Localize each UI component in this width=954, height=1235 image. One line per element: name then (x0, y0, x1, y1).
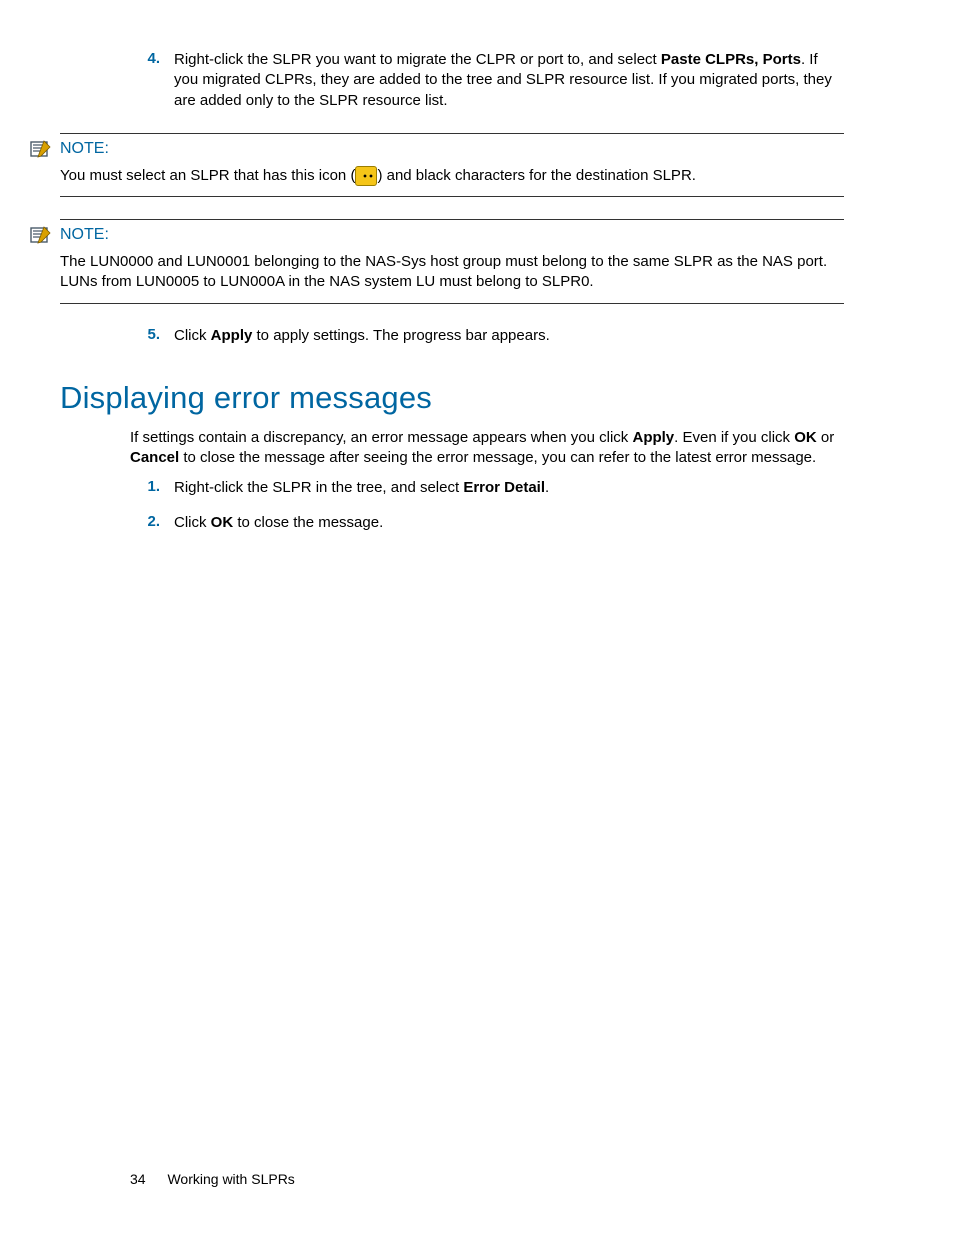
footer-title: Working with SLPRs (167, 1171, 294, 1187)
section-heading: Displaying error messages (60, 380, 844, 416)
divider (60, 133, 844, 134)
note-icon (30, 226, 52, 244)
note-icon (30, 140, 52, 158)
note-label: NOTE: (60, 226, 109, 244)
divider (60, 303, 844, 304)
note-header: NOTE: (60, 226, 844, 244)
note-text: You must select an SLPR that has this ic… (60, 167, 355, 184)
step-number: 2. (130, 513, 174, 533)
note-text: ) and black characters for the destinati… (377, 167, 696, 184)
menu-label: Error Detail (463, 479, 545, 496)
button-label: OK (794, 429, 817, 446)
note-body: The LUN0000 and LUN0001 belonging to the… (60, 252, 844, 293)
step-body: Click OK to close the message. (174, 513, 844, 533)
step-text: to close the message. (233, 514, 383, 531)
step-body: Right-click the SLPR you want to migrate… (174, 50, 844, 111)
note-block: NOTE: You must select an SLPR that has t… (60, 133, 844, 197)
note-block: NOTE: The LUN0000 and LUN0001 belonging … (60, 219, 844, 304)
intro-text: to close the message after seeing the er… (179, 449, 816, 466)
step-text: Right-click the SLPR you want to migrate… (174, 51, 661, 68)
step-body: Right-click the SLPR in the tree, and se… (174, 478, 844, 498)
note-header: NOTE: (60, 140, 844, 158)
button-label: Cancel (130, 449, 179, 466)
menu-label: Paste CLPRs, Ports (661, 51, 801, 68)
slpr-icon (355, 166, 377, 186)
page-number: 34 (130, 1171, 146, 1187)
step-number: 5. (130, 326, 174, 346)
button-label: Apply (632, 429, 674, 446)
button-label: OK (211, 514, 234, 531)
divider (60, 196, 844, 197)
note-body: You must select an SLPR that has this ic… (60, 166, 844, 186)
step-text: Click (174, 327, 211, 344)
button-label: Apply (211, 327, 253, 344)
step-5: 5. Click Apply to apply settings. The pr… (130, 326, 844, 346)
step-number: 1. (130, 478, 174, 498)
step-text: Right-click the SLPR in the tree, and se… (174, 479, 463, 496)
substep-2: 2. Click OK to close the message. (130, 513, 844, 533)
step-body: Click Apply to apply settings. The progr… (174, 326, 844, 346)
intro-text: If settings contain a discrepancy, an er… (130, 429, 632, 446)
step-4: 4. Right-click the SLPR you want to migr… (130, 50, 844, 111)
step-number: 4. (130, 50, 174, 111)
intro-text: or (817, 429, 835, 446)
divider (60, 219, 844, 220)
step-text: Click (174, 514, 211, 531)
step-text: to apply settings. The progress bar appe… (252, 327, 549, 344)
section-intro: If settings contain a discrepancy, an er… (130, 428, 844, 469)
page-footer: 34 Working with SLPRs (130, 1171, 295, 1187)
step-text: . (545, 479, 549, 496)
intro-text: . Even if you click (674, 429, 794, 446)
substep-1: 1. Right-click the SLPR in the tree, and… (130, 478, 844, 498)
note-label: NOTE: (60, 140, 109, 158)
